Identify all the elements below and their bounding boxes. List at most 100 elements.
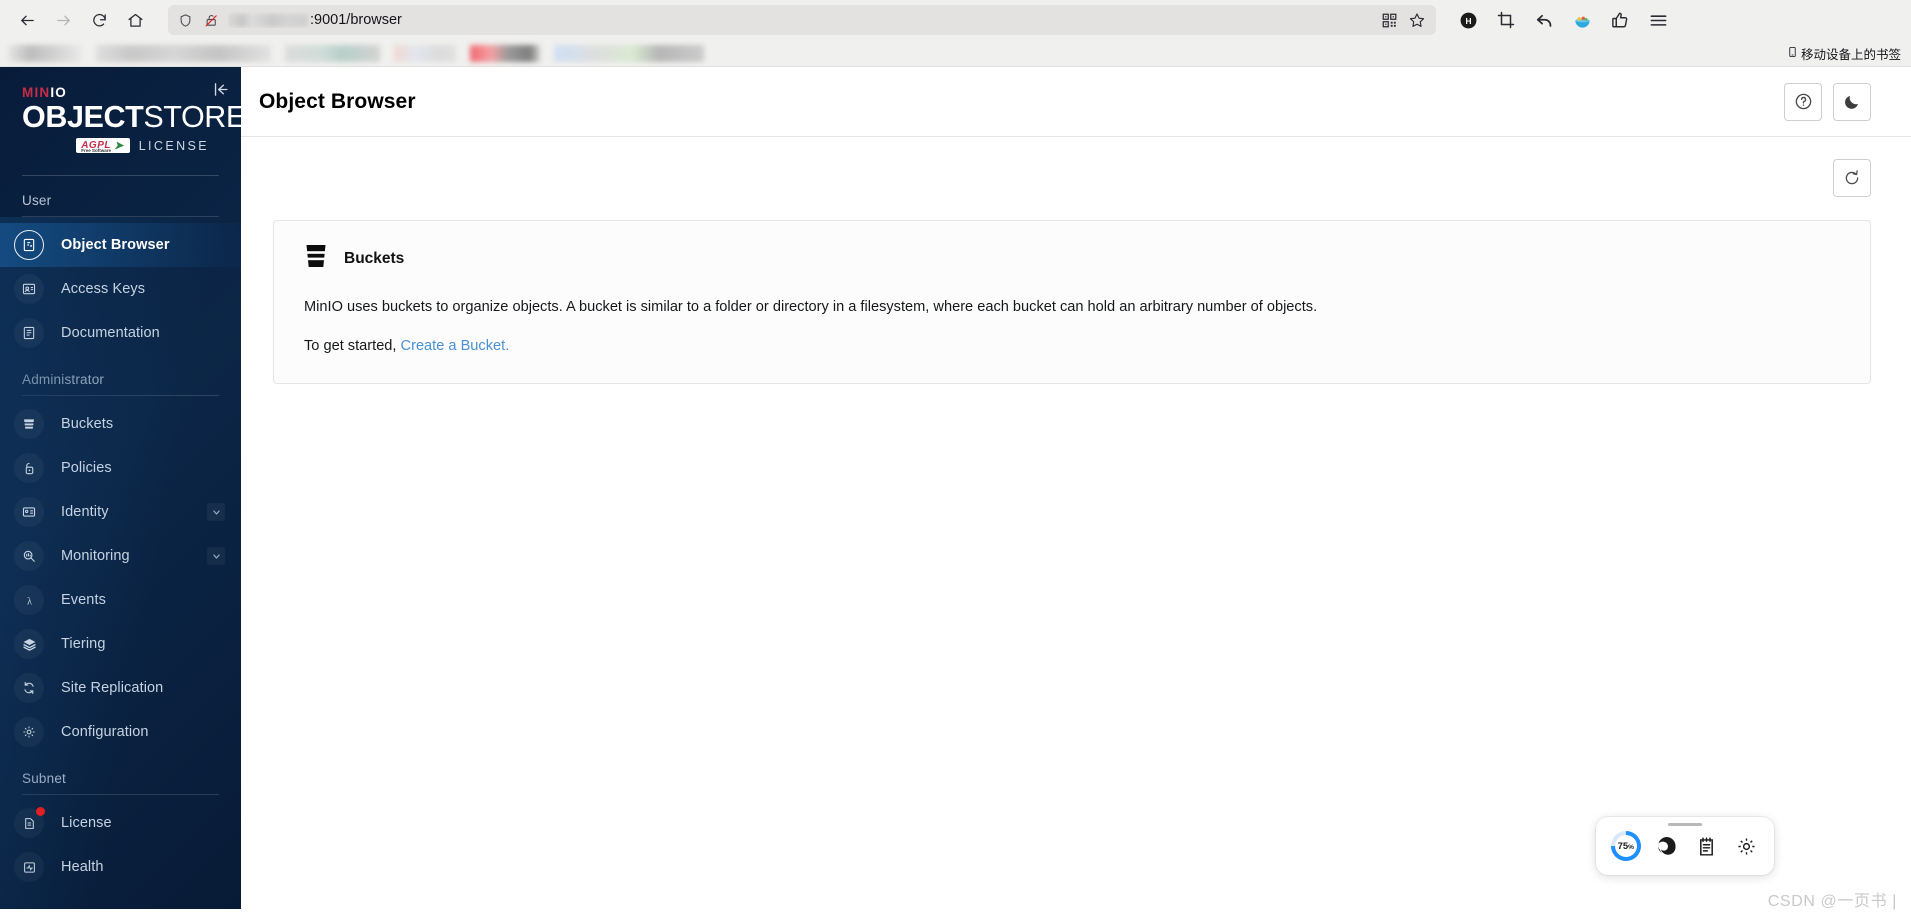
health-monitor-icon	[14, 852, 44, 883]
drag-handle[interactable]	[1668, 823, 1702, 826]
sidebar-item-label: License	[61, 815, 112, 832]
sidebar-item-buckets[interactable]: Buckets	[0, 402, 241, 446]
bookmarks-bar: 移动设备上的书签	[0, 40, 1911, 67]
policies-lock-icon	[14, 453, 44, 484]
moon-icon[interactable]	[1833, 82, 1871, 121]
svg-text:λ: λ	[27, 596, 32, 607]
browser-menu-icon[interactable]	[1642, 4, 1674, 36]
bucket-icon	[304, 243, 328, 274]
star-icon[interactable]	[1408, 11, 1426, 29]
bookmark-item[interactable]	[96, 44, 271, 62]
edge-swirl-icon[interactable]	[1654, 833, 1680, 859]
sidebar-logo: MINIO OBJECTSTORE AGPL Free Software ➤ L…	[0, 67, 241, 177]
sidebar-item-monitoring[interactable]: Monitoring	[0, 534, 241, 578]
chevron-down-icon[interactable]	[207, 503, 225, 522]
browser-chrome: :9001/browser H 移动设备上的书签	[0, 0, 1911, 67]
back-arrow-icon[interactable]	[10, 4, 44, 36]
sidebar-item-policies[interactable]: Policies	[0, 446, 241, 490]
help-icon[interactable]	[1784, 82, 1822, 121]
url-text[interactable]: :9001/browser	[228, 12, 1372, 28]
sidebar-item-documentation[interactable]: Documentation	[0, 311, 241, 355]
events-lambda-icon: λ	[14, 585, 44, 616]
brand-product: OBJECTSTORE	[22, 100, 241, 134]
sidebar-item-license[interactable]: License	[0, 801, 241, 845]
sidebar-item-object-browser[interactable]: Object Browser	[0, 223, 241, 268]
sidebar-section-administrator-label: Administrator	[22, 372, 105, 388]
bookmark-item[interactable]	[470, 44, 540, 62]
crop-capture-icon[interactable]	[1490, 4, 1522, 36]
mobile-bookmarks-label: 移动设备上的书签	[1800, 47, 1901, 62]
sidebar-collapse-icon[interactable]	[212, 81, 229, 101]
bookmark-item[interactable]	[285, 44, 380, 62]
page-root: :9001/browser H 移动设备上的书签 MINIO OBJECTSTO…	[0, 0, 1911, 917]
redacted-host	[228, 13, 308, 27]
lock-broken-icon[interactable]	[202, 11, 220, 29]
sidebar-item-label: Events	[61, 592, 106, 609]
identity-card-icon	[14, 497, 44, 528]
honey-extension-icon[interactable]: H	[1452, 4, 1484, 36]
sidebar-item-events[interactable]: λ Events	[0, 578, 241, 622]
page-title: Object Browser	[259, 89, 416, 113]
sidebar-item-identity[interactable]: Identity	[0, 490, 241, 534]
panel-description: MinIO uses buckets to organize objects. …	[304, 299, 1318, 315]
sidebar-item-label: Tiering	[61, 636, 106, 653]
undo-arrow-icon[interactable]	[1528, 4, 1560, 36]
sidebar-item-health[interactable]: Health	[0, 845, 241, 889]
floating-toolbar-widget[interactable]: 75%	[1596, 817, 1774, 875]
access-keys-icon	[14, 274, 44, 305]
main-content: Object Browser Buckets MinIO uses bucket…	[241, 67, 1911, 909]
phone-icon	[1787, 45, 1798, 62]
sidebar-item-label: Buckets	[61, 416, 114, 433]
reload-icon[interactable]	[82, 4, 116, 36]
sidebar-item-label: Site Replication	[61, 680, 164, 697]
panel-cta: To get started, Create a Bucket.	[304, 335, 1840, 358]
buckets-info-panel: Buckets MinIO uses buckets to organize o…	[273, 220, 1871, 385]
agpl-badge-sub: Free Software	[81, 148, 111, 154]
bookmark-item[interactable]	[8, 44, 82, 62]
create-bucket-link[interactable]: Create a Bucket.	[401, 338, 510, 354]
object-browser-icon	[14, 230, 44, 261]
header-actions	[1784, 82, 1871, 121]
sidebar-item-label: Access Keys	[61, 281, 146, 298]
home-icon[interactable]	[118, 4, 152, 36]
brand-minio-prefix: MIN	[22, 85, 51, 100]
sidebar-item-configuration[interactable]: Configuration	[0, 710, 241, 754]
sidebar-item-label: Object Browser	[61, 237, 170, 254]
cta-prefix: To get started,	[304, 337, 401, 354]
svg-text:H: H	[1465, 15, 1471, 25]
brand-product-bold: OBJECT	[22, 100, 144, 134]
shield-icon[interactable]	[176, 11, 194, 29]
monitoring-magnifier-icon	[14, 541, 44, 572]
configuration-gear-icon	[14, 717, 44, 748]
chevron-down-icon[interactable]	[207, 547, 225, 566]
thumbs-up-icon[interactable]	[1604, 4, 1636, 36]
app-shell: MINIO OBJECTSTORE AGPL Free Software ➤ L…	[0, 67, 1911, 909]
content-area: Buckets MinIO uses buckets to organize o…	[241, 137, 1911, 909]
bookmark-item[interactable]	[554, 44, 704, 62]
panel-header: Buckets	[304, 243, 1840, 274]
brand-minio: MINIO	[22, 85, 219, 100]
logo-divider	[22, 175, 219, 177]
brand-minio-suffix: IO	[50, 85, 68, 100]
progress-value: 75	[1617, 840, 1629, 852]
agpl-swoosh-icon: ➤	[113, 140, 124, 153]
refresh-icon[interactable]	[1833, 159, 1871, 197]
bookmark-item[interactable]	[394, 44, 456, 62]
sidebar-item-tiering[interactable]: Tiering	[0, 622, 241, 666]
url-bar[interactable]: :9001/browser	[168, 5, 1436, 35]
license-word: LICENSE	[138, 138, 209, 153]
progress-unit: %	[1628, 843, 1634, 851]
site-replication-sync-icon	[14, 673, 44, 704]
url-path: :9001/browser	[310, 12, 402, 28]
notepad-icon[interactable]	[1694, 833, 1720, 859]
qr-code-icon[interactable]	[1380, 11, 1398, 29]
sidebar-item-access-keys[interactable]: Access Keys	[0, 267, 241, 311]
sidebar-item-site-replication[interactable]: Site Replication	[0, 666, 241, 710]
mobile-bookmarks-folder[interactable]: 移动设备上的书签	[1787, 44, 1901, 63]
bowl-extension-icon[interactable]	[1566, 4, 1598, 36]
settings-gear-icon[interactable]	[1733, 833, 1759, 859]
forward-arrow-icon[interactable]	[46, 4, 80, 36]
divider	[22, 216, 219, 218]
progress-ring[interactable]: 75%	[1610, 831, 1641, 861]
sidebar-item-label: Health	[61, 859, 104, 876]
